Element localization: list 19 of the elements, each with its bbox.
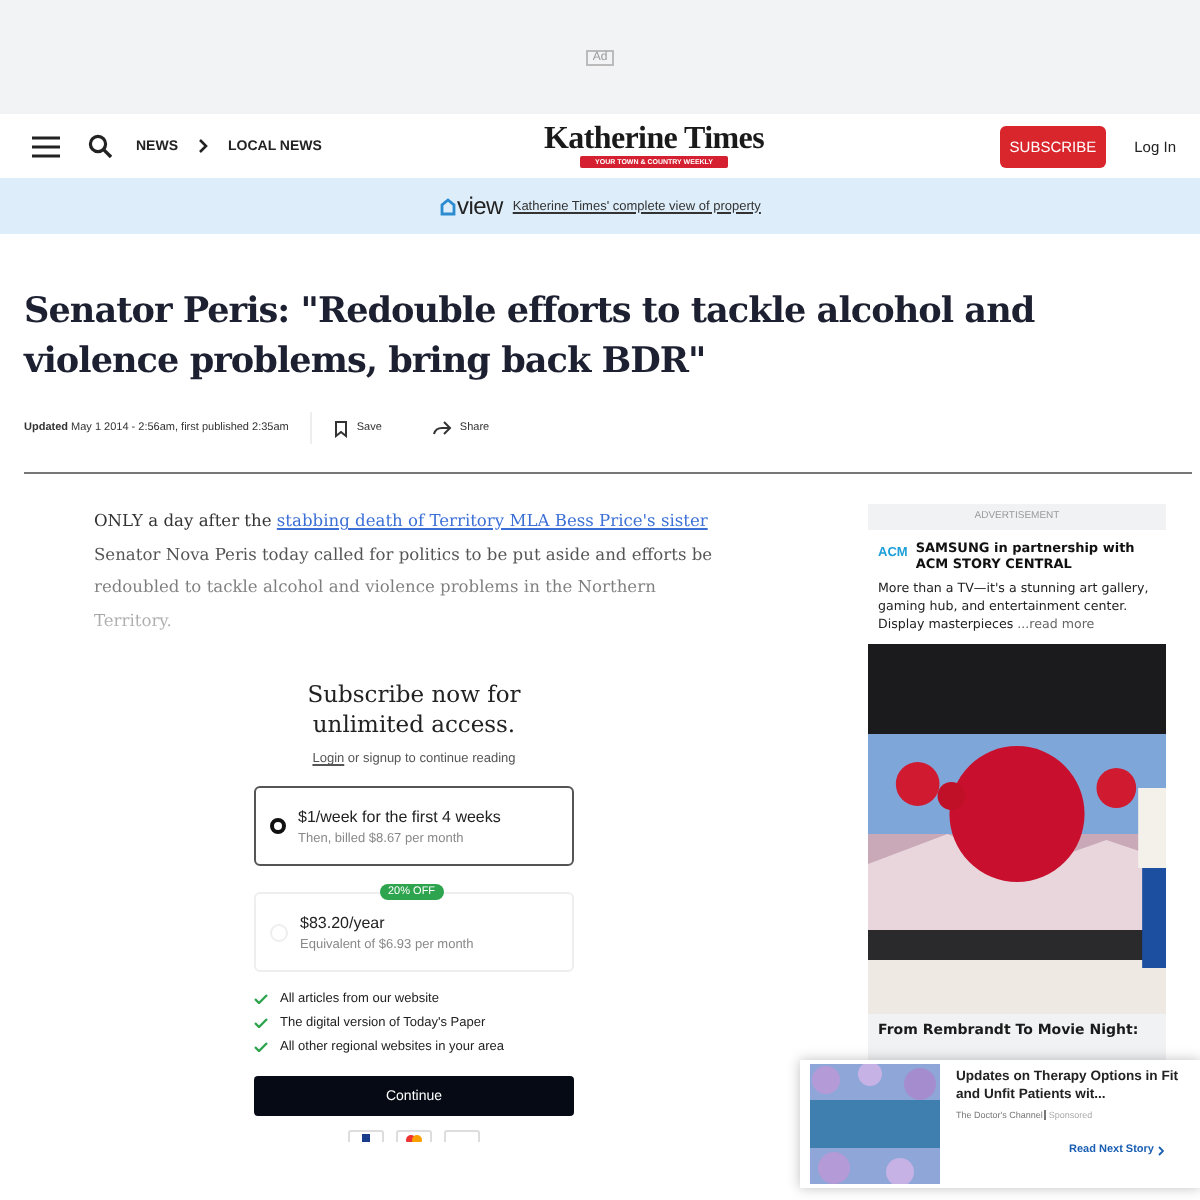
share-icon <box>431 420 452 436</box>
article-headline: Senator Peris: "Redouble efforts to tackle alcohol and violence problems, bring back BDR" <box>24 288 1037 386</box>
article-link[interactable]: stabbing death of Territory MLA Bess Price's sister <box>276 510 708 530</box>
card-icon <box>348 1130 384 1142</box>
house-search-icon <box>439 197 456 215</box>
plan-price: $1/week for the first 4 weeks <box>298 807 501 825</box>
search-icon[interactable] <box>88 134 112 158</box>
card-icon <box>396 1130 432 1142</box>
logo-title[interactable]: Katherine Times <box>543 124 765 156</box>
article-paragraph: ONLY a day after the stabbing death of Territory MLA Bess Price's sister Senator Nova Peris today called for politics to be put aside and efforts be redoubled to tackle alcohol and violence problems in the Northern Territory. <box>94 508 715 634</box>
radio-button[interactable] <box>270 818 286 834</box>
menu-icon[interactable] <box>32 135 60 157</box>
plan-price: $83.20/year <box>300 913 387 931</box>
chevron-icon <box>1158 1145 1164 1155</box>
paywall-title: Subscribe now for unlimited access. <box>305 680 523 740</box>
card-icon <box>444 1130 480 1142</box>
view-logo: view <box>457 192 503 220</box>
bookmark-icon <box>334 419 349 437</box>
chevron-icon <box>198 138 208 154</box>
